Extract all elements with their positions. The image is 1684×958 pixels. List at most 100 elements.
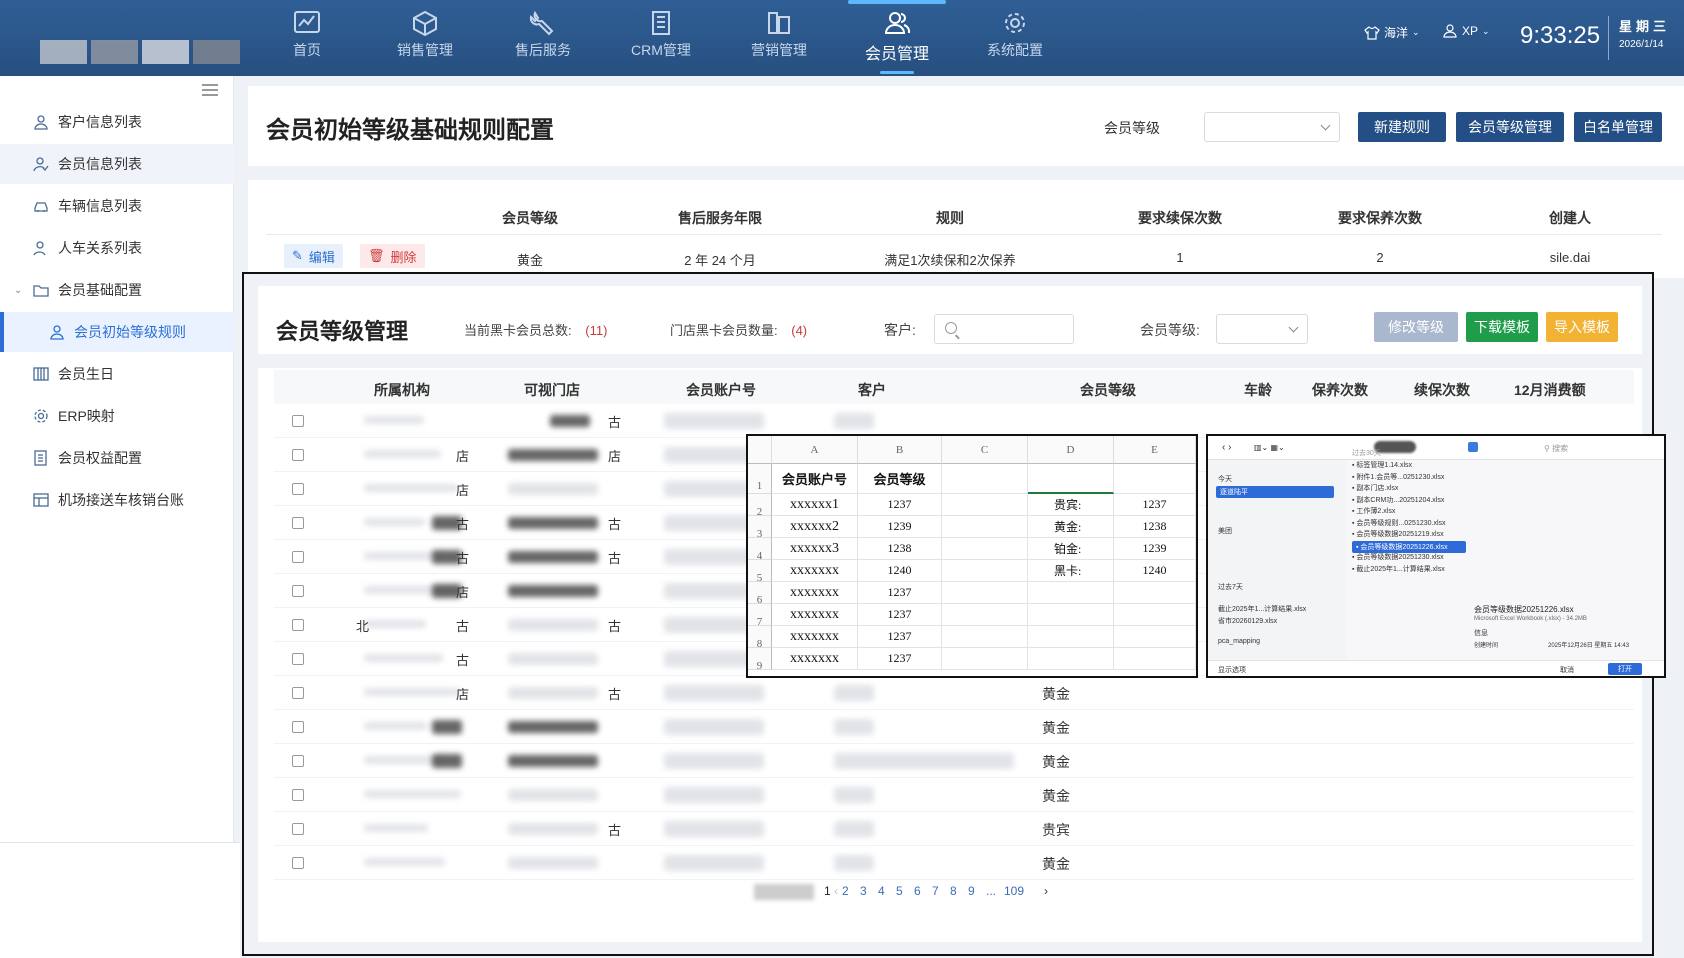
download-template-button[interactable]: 下载模板 xyxy=(1466,312,1538,342)
table-row[interactable] xyxy=(274,404,1634,438)
file-item[interactable]: ▪ 会员等级规则...0251230.xlsx xyxy=(1352,518,1446,528)
cell-store: 店 xyxy=(608,449,622,464)
sidebar-item-member-config[interactable]: ⌄ 会员基础配置 xyxy=(0,270,234,310)
menu-toggle-icon[interactable] xyxy=(202,84,218,96)
nav-crm[interactable]: CRM管理 xyxy=(606,6,716,70)
row-checkbox[interactable] xyxy=(292,483,304,495)
row-checkbox[interactable] xyxy=(292,857,304,869)
sidebar-item-rights-config[interactable]: 会员权益配置 xyxy=(0,438,234,478)
modal-level-label: 会员等级: xyxy=(1140,322,1200,338)
modal-level-select[interactable] xyxy=(1216,314,1308,344)
file-item[interactable]: ▪ 会员等级数据20251230.xlsx xyxy=(1352,552,1444,562)
new-rule-button[interactable]: 新建规则 xyxy=(1358,112,1446,142)
sidebar-item-vehicle-list[interactable]: 车辆信息列表 xyxy=(0,186,234,226)
pager-next[interactable]: › xyxy=(1044,884,1048,898)
left-item-3[interactable]: pca_mapping xyxy=(1218,638,1260,645)
cell-org: 古 xyxy=(456,551,470,566)
row-checkbox[interactable] xyxy=(292,755,304,767)
sidebar-item-birthday[interactable]: 会员生日 xyxy=(0,354,234,394)
back-icon[interactable]: ‹ › xyxy=(1222,442,1231,453)
pager-page[interactable]: 6 xyxy=(914,884,921,898)
row-checkbox[interactable] xyxy=(292,619,304,631)
pager-page[interactable]: 2 xyxy=(842,884,849,898)
sidebar-item-airport-ledger[interactable]: 机场接送车核销台账 xyxy=(0,480,234,520)
edit-button[interactable]: ✎ 编辑 xyxy=(284,244,343,268)
cancel-button[interactable]: 取消 xyxy=(1560,665,1574,675)
pager-page[interactable]: 8 xyxy=(950,884,957,898)
row-checkbox[interactable] xyxy=(292,551,304,563)
pager-page[interactable]: 109 xyxy=(1004,884,1024,898)
nav-label: 首页 xyxy=(293,42,321,58)
col-store: 可视门店 xyxy=(524,382,580,398)
cell-account: xxxxxx2 xyxy=(772,516,858,538)
table-row[interactable] xyxy=(274,710,1634,744)
customer-search-input[interactable] xyxy=(934,314,1074,344)
level-filter-select[interactable] xyxy=(1204,112,1340,142)
row-checkbox[interactable] xyxy=(292,721,304,733)
level-manage-button[interactable]: 会员等级管理 xyxy=(1456,112,1564,142)
nav-system[interactable]: 系统配置 xyxy=(960,6,1070,70)
left-item-1[interactable]: 截止2025年1...计算结果.xlsx xyxy=(1218,604,1306,614)
row-checkbox[interactable] xyxy=(292,585,304,597)
table-row[interactable] xyxy=(274,846,1634,880)
nav-after-sales[interactable]: 售后服务 xyxy=(488,6,598,70)
file-item[interactable]: ▪ 附件1.会员等...0251230.xlsx xyxy=(1352,472,1444,482)
file-item[interactable]: ▪ 工作薄2.xlsx xyxy=(1352,506,1395,516)
row-checkbox[interactable] xyxy=(292,653,304,665)
file-item[interactable]: ▪ 截止2025年1...计算结果.xlsx xyxy=(1352,564,1445,574)
left-item-0[interactable]: 美团 xyxy=(1218,526,1232,536)
row-number: 9 xyxy=(748,648,772,672)
cell-org: 店 xyxy=(456,483,470,498)
row-checkbox[interactable] xyxy=(292,823,304,835)
sidebar-item-person-car[interactable]: 人车关系列表 xyxy=(0,228,234,268)
sidebar-item-member-list[interactable]: 会员信息列表 xyxy=(0,144,234,184)
import-template-button[interactable]: 导入模板 xyxy=(1546,312,1618,342)
pager-page[interactable]: 1 xyxy=(824,884,831,898)
options-button[interactable]: 显示选项 xyxy=(1218,665,1246,675)
pager-page[interactable]: 3 xyxy=(860,884,867,898)
sidebar-item-erp-mapping[interactable]: ERP映射 xyxy=(0,396,234,436)
row-checkbox[interactable] xyxy=(292,789,304,801)
file-item[interactable]: ▪ 标签管理1.14.xlsx xyxy=(1352,460,1412,470)
sidebar-item-initial-level-rule[interactable]: 会员初始等级规则 xyxy=(0,312,234,352)
redacted-account xyxy=(664,413,764,429)
pager-page[interactable]: 9 xyxy=(968,884,975,898)
date-box: 星期三 2026/1/14 xyxy=(1608,16,1680,60)
file-item[interactable]: ▪ 会员等级数据20251219.xlsx xyxy=(1352,529,1444,539)
row-checkbox[interactable] xyxy=(292,687,304,699)
nav-member[interactable]: 会员管理 xyxy=(842,0,952,74)
nav-home[interactable]: 首页 xyxy=(252,6,362,70)
pager-page[interactable]: 4 xyxy=(878,884,885,898)
row-checkbox[interactable] xyxy=(292,415,304,427)
modify-level-button[interactable]: 修改等级 xyxy=(1374,312,1458,342)
selected-folder[interactable]: 逐道陆平 xyxy=(1216,486,1334,498)
nav-marketing[interactable]: 营销管理 xyxy=(724,6,834,70)
select-all-corner xyxy=(748,436,772,464)
user-menu[interactable]: XP ⌄ xyxy=(1442,24,1490,38)
brand-switcher[interactable]: 海洋 ⌄ xyxy=(1364,24,1420,41)
table-row[interactable] xyxy=(274,676,1634,710)
whitelist-button[interactable]: 白名单管理 xyxy=(1574,112,1662,142)
file-item[interactable]: ▪ 副本门店.xlsx xyxy=(1352,483,1398,493)
row-checkbox[interactable] xyxy=(292,517,304,529)
empty-cell xyxy=(942,494,1028,516)
delete-button[interactable]: 🗑 删除 xyxy=(360,244,425,268)
open-button[interactable]: 打开 xyxy=(1608,663,1642,675)
table-row[interactable] xyxy=(274,812,1634,846)
search-icon[interactable]: ⚲ 搜索 xyxy=(1544,443,1568,454)
section-30-days: 过去30天 xyxy=(1352,450,1381,457)
nav-sales[interactable]: 销售管理 xyxy=(370,6,480,70)
redacted-org xyxy=(364,518,425,526)
view-icon[interactable]: ▥⌄ ▦⌄ xyxy=(1254,443,1285,452)
table-row[interactable] xyxy=(274,778,1634,812)
pager-prev[interactable]: ‹ xyxy=(834,884,838,898)
pager-page[interactable]: ... xyxy=(986,884,996,898)
folder-sync-icon[interactable] xyxy=(1468,442,1478,452)
file-item[interactable]: ▪ 副本CRM功...20251204.xlsx xyxy=(1352,495,1444,505)
pager-page[interactable]: 7 xyxy=(932,884,939,898)
sidebar-item-customer-list[interactable]: 客户信息列表 xyxy=(0,102,234,142)
pager-page[interactable]: 5 xyxy=(896,884,903,898)
file-item[interactable]: ▪ 会员等级数据20251226.xlsx xyxy=(1352,540,1466,553)
row-checkbox[interactable] xyxy=(292,449,304,461)
left-item-2[interactable]: 省市20260129.xlsx xyxy=(1218,616,1277,626)
